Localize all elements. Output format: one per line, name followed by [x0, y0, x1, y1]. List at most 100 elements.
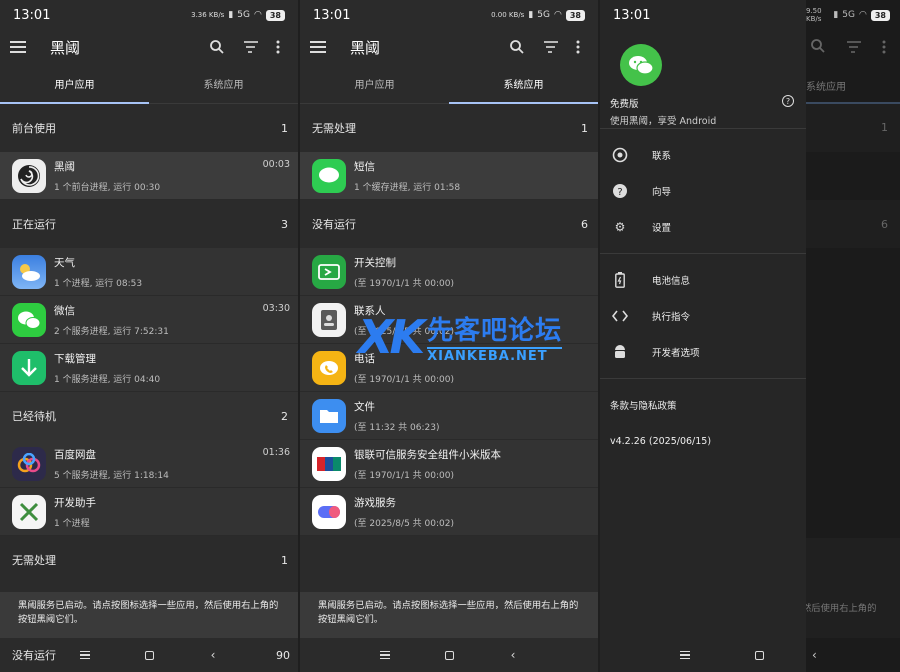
- app-title: 黑阈: [350, 38, 381, 57]
- more-vert-icon[interactable]: [568, 35, 588, 59]
- list-item[interactable]: 游戏服务 (至 2025/8/5 共 00:02): [300, 488, 598, 536]
- tab-system-apps[interactable]: 系统应用: [149, 64, 298, 103]
- back-icon[interactable]: ‹: [812, 648, 817, 662]
- tab-system-apps: 系统应用: [806, 82, 846, 93]
- version-label: v4.2.26 (2025/06/15): [610, 435, 712, 447]
- home-icon[interactable]: [442, 648, 456, 662]
- menu-icon[interactable]: [10, 36, 32, 58]
- drawer-item-label: 电池信息: [652, 276, 691, 287]
- drawer-item-battery[interactable]: 电池信息: [600, 262, 806, 298]
- status-time: 13:01: [13, 7, 51, 23]
- home-icon[interactable]: [142, 648, 156, 662]
- recents-icon[interactable]: [78, 648, 92, 662]
- section-foreground[interactable]: 前台使用 1: [0, 104, 298, 152]
- weather-icon: [12, 254, 46, 289]
- back-icon[interactable]: ‹: [206, 648, 220, 662]
- list-item[interactable]: 联系人 (至 2025/8/5 共 00:02): [300, 296, 598, 344]
- app-status: (至 1970/1/1 共 00:00): [354, 374, 454, 385]
- drawer-item-contact[interactable]: 联系: [600, 137, 806, 173]
- svg-text:?: ?: [617, 187, 622, 198]
- section-standby[interactable]: 已经待机 2: [0, 392, 298, 440]
- sort-icon[interactable]: [234, 35, 268, 59]
- drawer-item-developer[interactable]: 开发者选项: [600, 334, 806, 370]
- list-item[interactable]: 银联可信服务安全组件小米版本 (至 1970/1/1 共 00:00): [300, 440, 598, 488]
- list-item[interactable]: 文件 (至 11:32 共 06:23): [300, 392, 598, 440]
- game-service-icon: [312, 494, 346, 529]
- tab-user-apps[interactable]: 用户应用: [0, 64, 149, 104]
- drawer-item-command[interactable]: 执行指令: [600, 298, 806, 334]
- section-running[interactable]: 正在运行 3: [0, 200, 298, 248]
- section-count: 1: [881, 121, 888, 134]
- list-item[interactable]: 开发助手 1 个进程: [0, 488, 298, 536]
- snackbar-line-2: 按钮黑阈它们。: [18, 614, 84, 625]
- drawer-scrim[interactable]: 9.50 KB/s ▮ 5G ◠ 38 系统应用 1 6 然后使用右上角的 ‹: [802, 0, 900, 672]
- list-item[interactable]: 黑阈 00:03 1 个前台进程, 运行 00:30: [0, 152, 298, 200]
- terms-link[interactable]: 条款与隐私政策: [600, 387, 806, 423]
- snackbar-line-1: 黑阈服务已启动。请点按图标选择一些应用，然后使用右上角的: [318, 600, 579, 611]
- list-item[interactable]: 百度网盘 01:36 5 个服务进程, 运行 1:18:14: [0, 440, 298, 488]
- section-count: 6: [881, 218, 888, 231]
- drawer-item-settings[interactable]: ⚙ 设置: [600, 209, 806, 245]
- tab-system-apps[interactable]: 系统应用: [449, 64, 598, 104]
- back-icon[interactable]: ‹: [506, 648, 520, 662]
- battery-badge: 38: [265, 9, 285, 21]
- nav-bar: ‹: [300, 638, 598, 672]
- app-bar: 黑阈: [300, 30, 598, 64]
- list-item[interactable]: 短信 1 个缓存进程, 运行 01:58: [300, 152, 598, 200]
- search-icon[interactable]: [500, 35, 534, 59]
- help-icon[interactable]: ?: [782, 95, 794, 107]
- tab-bar: 用户应用 系统应用: [0, 64, 298, 104]
- section-no-action[interactable]: 无需处理 1: [300, 104, 598, 152]
- list-item[interactable]: 开关控制 (至 1970/1/1 共 00:00): [300, 248, 598, 296]
- app-name: 短信: [354, 160, 375, 173]
- net-speed: 3.36 KB/s: [191, 11, 225, 19]
- section-no-action[interactable]: 无需处理 1: [0, 536, 298, 584]
- app-bar: 黑阈: [0, 30, 298, 64]
- files-icon: [312, 398, 346, 433]
- net-speed: 0.00 KB/s: [491, 11, 525, 19]
- battery-badge: 38: [870, 9, 890, 21]
- section-not-running[interactable]: 没有运行 6: [300, 200, 598, 248]
- app-status: 5 个服务进程, 运行 1:18:14: [54, 470, 169, 481]
- plan-label: 免费版: [610, 99, 639, 110]
- list-item[interactable]: 微信 03:30 2 个服务进程, 运行 7:52:31: [0, 296, 298, 344]
- section-count: 1: [581, 121, 588, 135]
- snackbar-line-1: 黑阈服务已启动。请点按图标选择一些应用，然后使用右上角的: [18, 600, 279, 611]
- tab-user-apps[interactable]: 用户应用: [300, 64, 449, 103]
- drawer-item-label: 设置: [652, 223, 672, 234]
- list-item[interactable]: 电话 (至 1970/1/1 共 00:00): [300, 344, 598, 392]
- section-count: 1: [281, 121, 288, 135]
- section-label: 无需处理: [312, 122, 356, 135]
- snackbar-partial: 然后使用右上角的: [802, 603, 877, 614]
- list-item[interactable]: 天气 1 个进程, 运行 08:53: [0, 248, 298, 296]
- app-status: (至 1970/1/1 共 00:00): [354, 278, 454, 289]
- recents-icon[interactable]: [378, 648, 392, 662]
- home-icon[interactable]: [752, 648, 766, 662]
- network-type: 5G: [537, 10, 550, 20]
- more-vert-icon[interactable]: [268, 35, 288, 59]
- app-name: 银联可信服务安全组件小米版本: [354, 448, 501, 461]
- snackbar: 黑阈服务已启动。请点按图标选择一些应用，然后使用右上角的 按钮黑阈它们。: [300, 592, 598, 638]
- nav-bar: [678, 648, 766, 662]
- menu-icon[interactable]: [310, 36, 332, 58]
- signal-icon: ▮: [228, 10, 234, 20]
- app-status: 1 个服务进程, 运行 04:40: [54, 374, 161, 385]
- drawer-item-guide[interactable]: ? 向导: [600, 173, 806, 209]
- navigation-drawer: 13:01 免费版 使用黑阈，享受 Android ? 联系 ? 向导 ⚙ 设置: [600, 0, 806, 672]
- battery-icon: [612, 272, 628, 288]
- app-name: 黑阈: [54, 160, 75, 173]
- app-name: 文件: [354, 400, 375, 413]
- search-icon[interactable]: [200, 35, 234, 59]
- list-item[interactable]: 下载管理 1 个服务进程, 运行 04:40: [0, 344, 298, 392]
- recents-icon[interactable]: [678, 648, 692, 662]
- app-name: 开发助手: [54, 496, 96, 509]
- sort-icon[interactable]: [534, 35, 568, 59]
- wifi-icon: ◠: [554, 10, 562, 20]
- gear-icon: ⚙: [614, 220, 626, 234]
- app-title: 黑阈: [50, 38, 81, 57]
- app-status: 1 个进程, 运行 08:53: [54, 278, 143, 289]
- section-count: 2: [281, 409, 288, 423]
- drawer-item-label: 开发者选项: [652, 348, 700, 359]
- section-label: 已经待机: [12, 410, 56, 423]
- wechat-icon: [12, 302, 46, 337]
